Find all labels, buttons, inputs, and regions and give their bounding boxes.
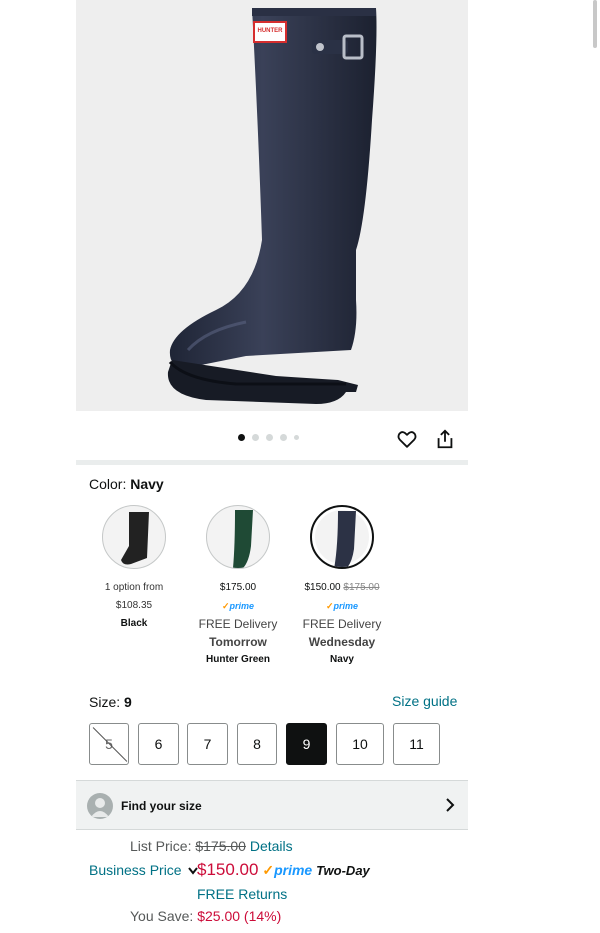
swatch-price-current: $150.00 [304,582,341,593]
color-option-hunter-green[interactable]: $175.00 ✓prime FREE Delivery Tomorrow Hu… [186,505,290,669]
swatch-name: Black [120,618,148,629]
find-your-size-row[interactable]: Find your size [76,780,468,830]
swatch-black[interactable] [102,505,166,569]
you-save-value: $25.00 (14%) [197,908,282,924]
current-price: $150.00 [197,860,259,879]
list-price-row: List Price: $175.00 Details [130,838,293,854]
you-save-row: You Save: $25.00 (14%) [130,908,281,924]
prime-badge-label: prime [229,601,255,611]
business-price-dropdown[interactable]: Business Price [89,862,199,878]
carousel-dot[interactable] [280,434,287,441]
carousel-dot[interactable] [266,434,273,441]
prime-badge: ✓prime [186,597,290,615]
prime-check-icon: ✓ [221,601,230,611]
list-price-label: List Price: [130,838,192,854]
carousel-dots[interactable] [238,434,299,441]
swatch-navy[interactable] [310,505,374,569]
prime-badge-label: prime [333,601,359,611]
swatch-price: $175.00 [219,582,257,593]
swatch-price-value: $108.35 [115,600,153,611]
boot-illustration [167,8,377,404]
prime-logo: prime [274,862,313,878]
size-option[interactable]: 6 [138,723,179,765]
business-price-label: Business Price [89,862,182,878]
size-option[interactable]: 7 [187,723,228,765]
swatch-name: Navy [330,654,354,665]
size-option-selected[interactable]: 9 [286,723,327,765]
size-option[interactable]: 8 [237,723,277,765]
carousel-dot[interactable] [294,435,299,440]
prime-badge: ✓prime [290,597,394,615]
free-returns-link[interactable]: FREE Returns [197,886,287,902]
prime-check-icon: ✓ [325,601,334,611]
size-option-unavailable[interactable]: 5 [89,723,129,765]
price-details-link[interactable]: Details [250,838,293,854]
find-your-size-label: Find your size [121,799,202,813]
swatch-delivery-day: Tomorrow [209,635,267,649]
user-avatar-icon [87,793,113,819]
swatch-hunter-green[interactable] [206,505,270,569]
size-label: Size: [89,694,121,710]
list-price-value: $175.00 [195,838,246,854]
you-save-label: You Save: [130,908,194,924]
color-option-navy[interactable]: $150.00 $175.00 ✓prime FREE Delivery Wed… [290,505,394,669]
swatch-price-strike: $175.00 [343,582,380,593]
size-option[interactable]: 10 [336,723,384,765]
business-price-row: Business Price [89,862,199,879]
size-guide-link[interactable]: Size guide [392,693,457,709]
current-price-row: $150.00 ✓prime Two-Day [197,860,370,880]
carousel-dot[interactable] [238,434,245,441]
share-icon[interactable] [434,428,456,450]
color-heading: Color: Navy [89,476,164,492]
swatch-delivery-day: Wednesday [308,635,376,649]
free-returns-row: FREE Returns [197,886,287,902]
swatch-price: $150.00 $175.00 [290,579,394,597]
prime-two-day: Two-Day [316,863,370,878]
prime-check-icon: ✓ [262,862,275,878]
size-heading: Size: 9 [89,694,132,710]
brand-logo-text: HUNTER [257,28,283,34]
swatch-delivery: FREE Delivery [302,617,382,631]
heart-icon[interactable] [396,428,418,450]
product-image[interactable]: HUNTER [76,0,468,411]
color-option-black[interactable]: 1 option from $108.35 Black [82,505,186,633]
color-selected-value: Navy [130,476,164,492]
swatch-price-line: 1 option from [104,582,164,593]
size-selected-value: 9 [124,694,132,710]
chevron-right-icon [444,797,456,818]
carousel-dot[interactable] [252,434,259,441]
color-label: Color: [89,476,127,492]
section-divider [76,460,468,465]
page-scrollbar[interactable] [593,0,597,48]
swatch-name: Hunter Green [206,654,270,665]
size-option[interactable]: 11 [393,723,440,765]
swatch-delivery: FREE Delivery [198,617,278,631]
